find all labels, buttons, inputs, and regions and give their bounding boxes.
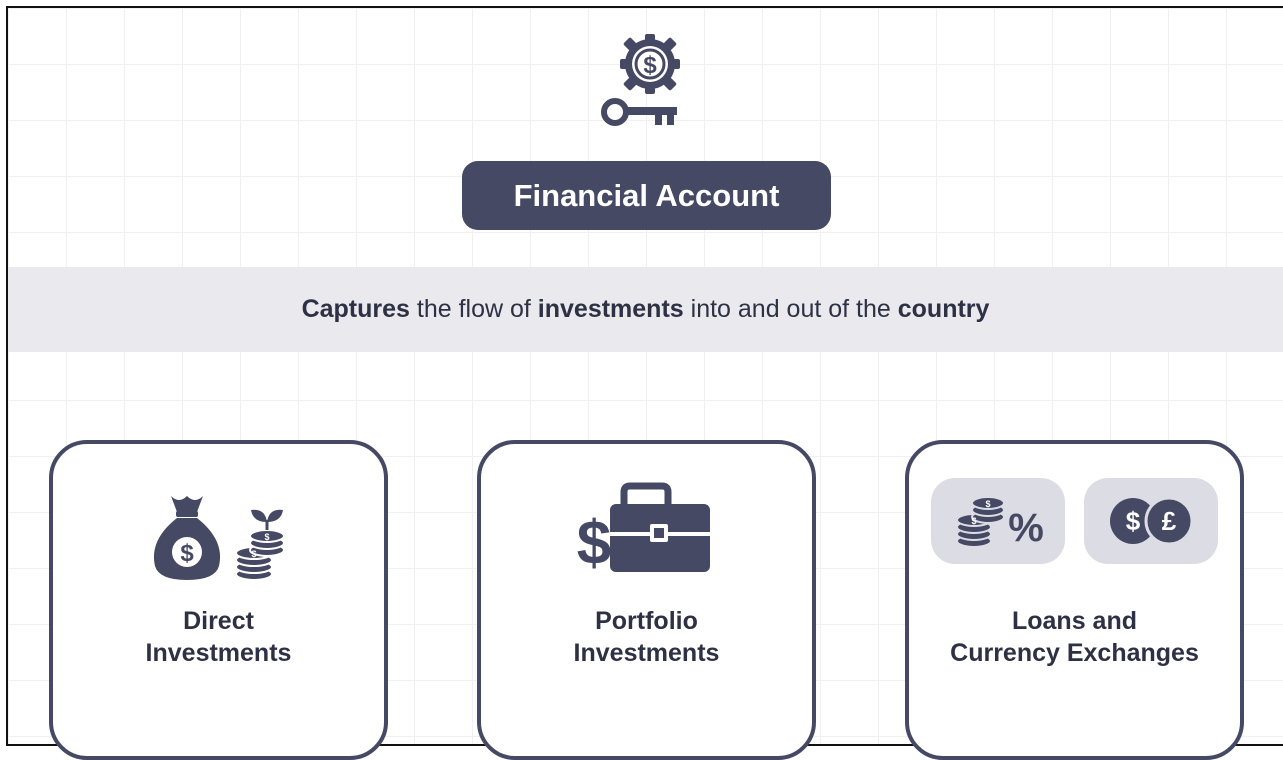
card-label-line1: Direct [183,607,254,635]
pound-coin-symbol: £ [1162,506,1177,536]
desc-bold-country: country [897,295,990,323]
card-loans-currency-exchanges: $ $ % $ £ Loans and Currency Exchanges [905,440,1244,760]
dollar-pound-icon: $ £ [1110,496,1194,546]
card-label-line2: Investments [573,639,720,667]
dollar-coin-symbol: $ [1126,506,1141,536]
card-label-line2: Currency Exchanges [950,639,1199,667]
percent-symbol: % [1008,506,1044,550]
coins-percent-chip: $ $ % [931,478,1065,564]
bag-dollar-symbol: $ [180,540,194,567]
card-label: Loans and Currency Exchanges [909,605,1240,669]
dollar-briefcase-icon: $ [577,482,710,577]
big-dollar-symbol: $ [577,509,611,577]
desc-bold-investments: investments [537,295,684,323]
gear-dollar-key-icon: $ [601,34,680,126]
desc-text-1: the flow of [409,295,538,323]
card-label: Portfolio Investments [481,605,812,669]
card-direct-investments: $ $ $ Direct Investments [49,440,388,760]
dollar-pound-chip: $ £ [1084,478,1218,564]
card-label: Direct Investments [53,605,384,669]
gear-dollar-symbol: $ [643,52,657,79]
card-label-line1: Portfolio [595,607,698,635]
page-title: Financial Account [462,161,831,230]
coin-dollar-symbol-b: $ [264,532,269,542]
card-portfolio-investments: $ Portfolio Investments [477,440,816,760]
chip-coin-dollar-b: $ [985,499,990,509]
money-bag-coins-icon: $ $ $ [153,496,285,581]
coins-percent-icon: $ $ % [956,496,1044,550]
card-label-line1: Loans and [1011,607,1137,635]
card-label-line2: Investments [145,639,292,667]
desc-bold-captures: Captures [301,295,410,323]
chip-coin-dollar-a: $ [971,516,976,526]
description-band: Captures the flow of investments into an… [8,267,1283,352]
desc-text-2: into and out of the [683,295,898,323]
coin-dollar-symbol-a: $ [251,549,256,559]
